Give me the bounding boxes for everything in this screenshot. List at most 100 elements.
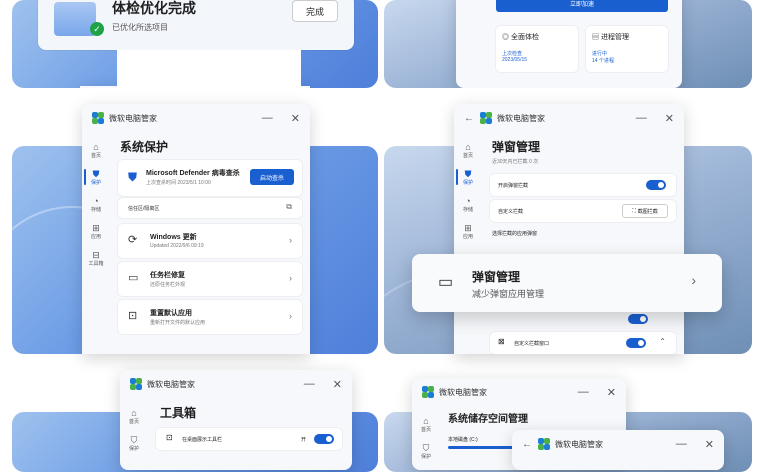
screenshot-block-button[interactable]: ⛶ 截图拦截 [622,204,668,218]
chevron-right-icon: › [289,273,292,283]
done-button[interactable]: 完成 [292,0,338,22]
minimize-icon[interactable]: — [262,112,273,125]
minimize-icon[interactable]: — [578,386,589,399]
sidebar-item-storage[interactable]: ◔ 存储 [454,196,482,213]
sidebar-item-protect[interactable]: ⛉ 保护 [120,435,148,452]
enable-block-toggle[interactable] [646,180,666,190]
page-title: 系统储存空间管理 [448,414,528,425]
custom-window-label: 自定义拦截窗口 [514,341,550,347]
chevron-right-icon: › [289,311,292,321]
defender-shield-icon: ⛊ [128,170,138,184]
storage-icon: ◔ [93,196,99,206]
process-count: 14 个进程 [592,58,614,64]
sidebar-item-protect[interactable]: ⛊ 保护 [82,169,110,186]
sidebar: ⌂ 首页 ⛉ 保护 [120,398,148,470]
default-apps-subtitle: 重新打开文件的默认应用 [150,320,206,326]
crop-icon: ⛶ [632,208,636,214]
minimize-icon[interactable]: — [636,112,647,125]
toolbox-icon: ⊟ [92,250,100,260]
toolbar-icon: ⊡ [166,433,173,442]
app-logo-icon [480,112,492,124]
window-icon: ⊠ [498,337,505,346]
optimize-complete-dialog: ✓ 体检优化完成 已优化所选项目 完成 [38,0,354,50]
callout-title: 弹窗管理 [472,270,521,284]
shield-icon: ⛊ [92,169,100,179]
sidebar-item-apps[interactable]: ⊞ 应用 [454,223,482,240]
sidebar-item-home[interactable]: ⌂ 首页 [82,142,110,159]
minimize-icon[interactable]: — [304,378,315,391]
close-icon[interactable]: ✕ [705,438,714,451]
desktop-toolbar-toggle[interactable] [314,434,334,444]
page-title: 系统保护 [120,140,169,154]
app-logo-icon [130,378,142,390]
windows-update-row[interactable]: ⟳ Windows 更新 Updated 2022/9/6 09:19 › [118,224,302,258]
nested-window: ← 微软电脑管家 — ✕ [512,430,724,470]
chevron-right-icon: › [691,272,696,288]
taskbar-icon: ▭ [128,272,139,284]
external-link-icon: ⧉ [286,202,292,211]
sidebar-item-storage[interactable]: ◔ 存储 [82,196,110,213]
app-logo-icon [538,438,550,450]
apps-icon: ⊞ [464,223,472,233]
trust-zone-row[interactable]: 信任区/隔离区 ⧉ [118,198,302,218]
chevron-up-icon[interactable]: ⌃ [659,337,666,346]
app-title: 微软电脑管家 [109,113,157,123]
select-apps-label: 选择拦截的应用弹窗 [492,231,538,237]
taskbar-title: 任务栏修复 [150,272,185,279]
popup-window: ← 微软电脑管家 — ✕ ⌂ 首页 ⛊ 保护 ◔ 存储 ⊞ 应用 弹窗管理 近30天内已拦… [454,104,684,354]
callout-subtitle: 减少弹窗应用管理 [472,289,545,299]
refresh-icon: ⟳ [128,234,138,246]
tile-optimize-complete: ✓ 体检优化完成 已优化所选项目 完成 [12,0,378,88]
reset-default-apps-row[interactable]: ⊡ 重置默认应用 重新打开文件的默认应用 › [118,300,302,334]
app-toggle[interactable] [628,314,648,324]
app-title: 微软电脑管家 [555,439,603,449]
checkup-card[interactable]: ◎ 全面体检 上次检查 2023/05/15 [496,26,578,72]
process-icon: ▤ [592,34,599,41]
process-card[interactable]: ▤ 进程管理 进行中 14 个进程 [586,26,668,72]
close-icon[interactable]: ✕ [607,386,616,399]
disk-usage-bar [448,446,518,449]
sidebar-item-home[interactable]: ⌂ 首页 [454,142,482,159]
start-scan-button[interactable]: 启动查杀 [250,169,294,185]
popup-management-callout[interactable]: ▭ 弹窗管理 减少弹窗应用管理 › [412,254,722,312]
sidebar-item-apps[interactable]: ⊞ 应用 [82,223,110,240]
checkup-icon: ◎ [502,34,509,41]
back-arrow-icon[interactable]: ← [464,113,474,124]
title-bar: 微软电脑管家 — ✕ [120,370,352,398]
title-bar: 微软电脑管家 — ✕ [82,104,310,132]
app-window-body [117,50,301,88]
chevron-right-icon: › [289,235,292,245]
defender-subtitle: 上次查杀时间 2023/5/1 10:00 [146,180,211,186]
sidebar-item-home[interactable]: ⌂ 首页 [412,416,440,433]
sidebar: ⌂ 首页 ⛊ 保护 ◔ 存储 ⊞ 应用 [454,132,482,354]
shield-icon: ⛉ [422,443,430,453]
sidebar-item-protect[interactable]: ⛊ 保护 [454,169,482,186]
sidebar-item-toolbox[interactable]: ⊟ 工具箱 [82,250,110,267]
title-bar: ← 微软电脑管家 — ✕ [454,104,684,132]
minimize-icon[interactable]: — [676,438,687,451]
complete-title: 体检优化完成 [112,0,196,16]
home-icon: ⌂ [423,416,429,426]
apps-icon: ⊞ [92,223,100,233]
close-icon[interactable]: ✕ [291,112,300,125]
taskbar-subtitle: 还原任务栏外观 [150,282,186,288]
shield-icon: ⛉ [130,435,138,445]
custom-window-toggle[interactable] [626,338,646,348]
sidebar-item-home[interactable]: ⌂ 首页 [120,408,148,425]
checkup-title: 全面体检 [510,34,539,41]
enable-block-label: 开启弹窗拦截 [498,183,529,189]
title-bar: 微软电脑管家 — ✕ [412,378,626,406]
taskbar-repair-row[interactable]: ▭ 任务栏修复 还原任务栏外观 › [118,262,302,296]
process-status: 进行中 [592,51,608,57]
storage-icon: ◔ [465,196,471,206]
speed-up-button[interactable]: 立即加速 [496,0,668,12]
blocked-count: 近30天内已拦截 0 次 [492,159,539,165]
window-icon: ▭ [438,274,454,291]
desktop-toolbar-row: ⊡ 在桌面展示工具栏 开 [156,428,342,450]
back-arrow-icon[interactable]: ← [522,439,532,450]
title-bar: ← 微软电脑管家 — ✕ [512,430,724,458]
checkup-date: 2023/05/15 [502,57,528,63]
sidebar-item-protect[interactable]: ⛉ 保护 [412,443,440,460]
close-icon[interactable]: ✕ [333,378,342,391]
close-icon[interactable]: ✕ [665,112,674,125]
